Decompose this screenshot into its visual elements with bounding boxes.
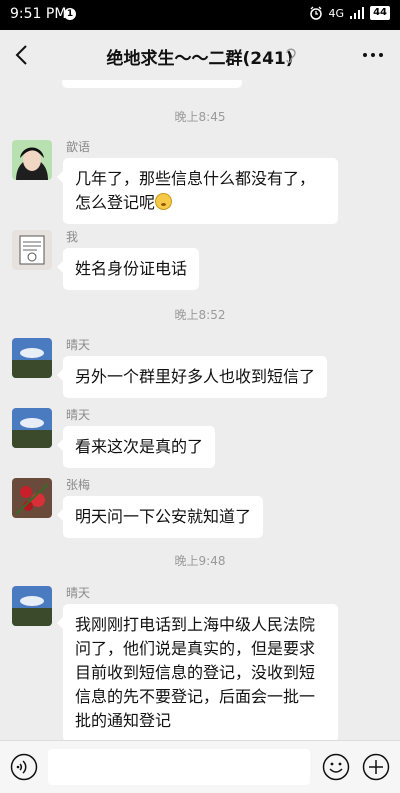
avatar[interactable] — [12, 478, 52, 518]
sender-name: 张梅 — [66, 478, 91, 492]
message-text: 看来这次是真的了 — [75, 437, 204, 456]
flushed-face-emoji-icon — [155, 193, 173, 210]
emoji-icon[interactable] — [322, 753, 350, 781]
message-bubble[interactable]: 姓名身份证电话 — [56, 248, 200, 290]
sender-name: 晴天 — [66, 338, 91, 352]
message-text: 明天问一下公安就知道了 — [75, 507, 252, 526]
message-text: 姓名身份证电话 — [75, 259, 188, 278]
timestamp: 晚上9:48 — [174, 554, 226, 568]
sender-name: 歆语 — [66, 140, 91, 154]
avatar[interactable] — [12, 230, 52, 270]
avatar[interactable] — [12, 408, 52, 448]
message-input[interactable] — [48, 749, 310, 785]
status-right: 4G 44 — [309, 6, 390, 20]
status-time: 9:51 PM — [10, 6, 67, 22]
timestamp: 晚上8:45 — [174, 110, 226, 124]
notification-badge: 1 — [64, 8, 76, 20]
more-options-icon[interactable] — [360, 45, 386, 65]
voice-input-icon[interactable] — [10, 753, 38, 781]
alarm-icon — [309, 6, 322, 20]
message-text: 我刚刚打电话到上海中级人民法院问了，他们说是真实的，但是要求目前收到短信息的登记… — [75, 615, 316, 730]
message-bubble[interactable]: 另外一个群里好多人也收到短信了 — [56, 356, 328, 398]
sender-name: 晴天 — [66, 586, 91, 600]
chat-history[interactable]: 晚上8:45 歆语 几年了，那些信息什么都没有了，怎么登记呢 我 姓名身份证电话… — [0, 80, 400, 740]
message-text: 另外一个群里好多人也收到短信了 — [75, 367, 316, 386]
status-bar: 9:51 PM 1 4G 44 — [0, 0, 400, 30]
avatar[interactable] — [12, 338, 52, 378]
chat-title: 绝地求生～～二群(241) — [106, 49, 294, 69]
back-arrow-icon[interactable] — [8, 40, 38, 70]
network-type: 4G — [328, 6, 345, 20]
message-bubble[interactable]: 几年了，那些信息什么都没有了，怎么登记呢 — [57, 158, 338, 224]
avatar[interactable] — [12, 140, 52, 180]
battery-indicator: 44 — [370, 6, 390, 20]
message-bubble[interactable]: 看来这次是真的了 — [56, 426, 216, 468]
sender-name: 我 — [66, 230, 79, 244]
message-text: 几年了，那些信息什么都没有了，怎么登记呢 — [75, 169, 316, 212]
message-bubble[interactable]: 我刚刚打电话到上海中级人民法院问了，他们说是真实的，但是要求目前收到短信息的登记… — [57, 604, 338, 740]
input-bar — [0, 740, 400, 793]
previous-message-bubble — [62, 80, 242, 88]
plus-icon[interactable] — [362, 753, 390, 781]
timestamp: 晚上8:52 — [174, 308, 226, 322]
message-bubble[interactable]: 明天问一下公安就知道了 — [56, 496, 264, 538]
chat-header: 绝地求生～～二群(241) — [0, 30, 400, 80]
signal-icon — [350, 7, 365, 19]
sender-name: 晴天 — [66, 408, 91, 422]
ear-mode-icon — [286, 48, 296, 63]
avatar[interactable] — [12, 586, 52, 626]
